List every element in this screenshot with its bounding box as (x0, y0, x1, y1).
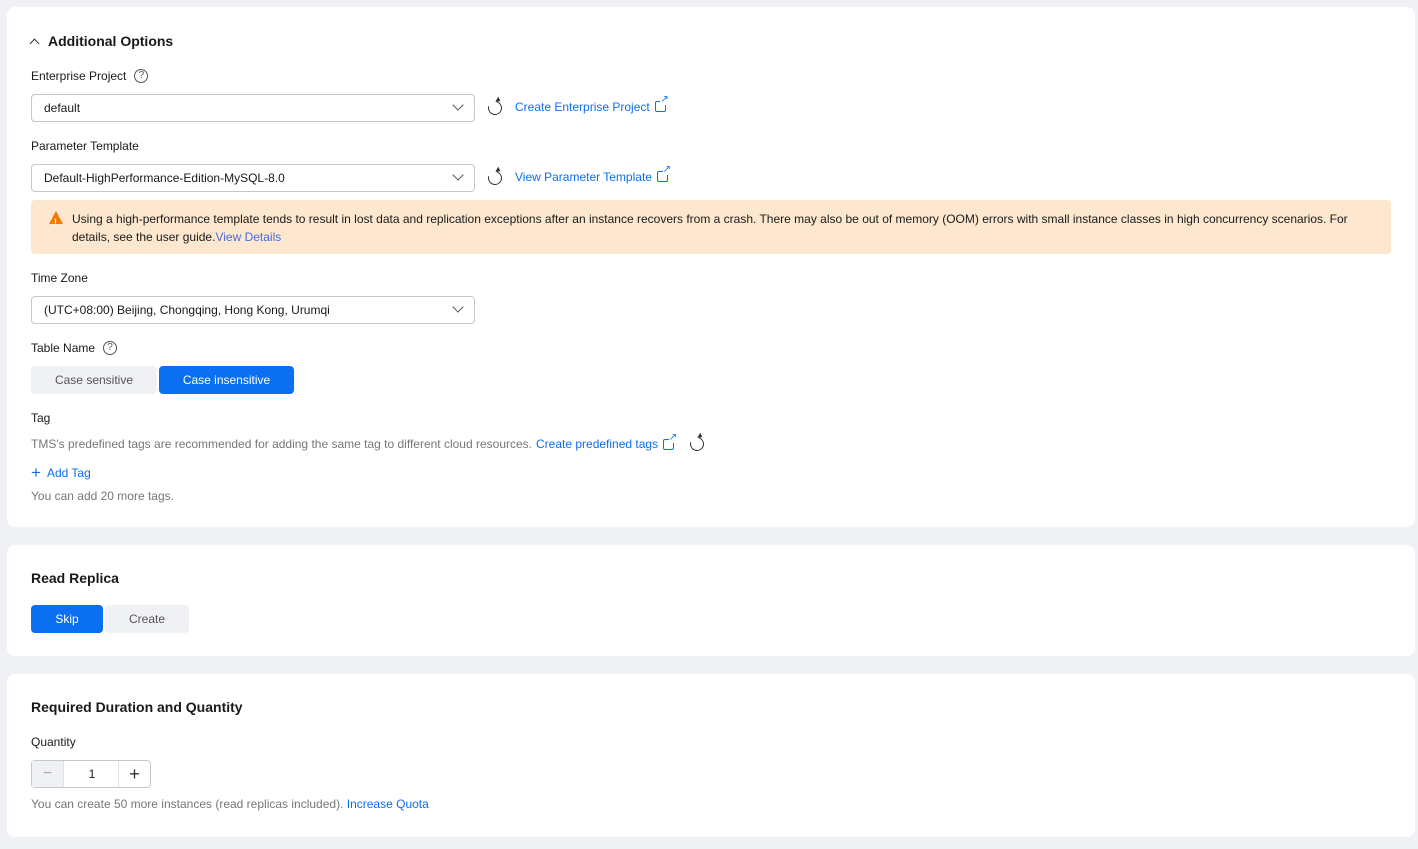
table-name-label: Table Name (31, 341, 96, 355)
view-parameter-template-text: View Parameter Template (515, 170, 652, 184)
external-link-icon (654, 95, 669, 112)
duration-quantity-card: Required Duration and Quantity Quantity … (7, 674, 1415, 837)
tag-label: Tag (31, 411, 51, 425)
warning-icon: ! (49, 211, 63, 227)
refresh-icon[interactable] (485, 168, 505, 188)
additional-options-toggle[interactable]: Additional Options (29, 33, 174, 49)
additional-options-card: Additional Options Enterprise Project ? … (7, 7, 1415, 527)
skip-option[interactable]: Skip (31, 605, 103, 633)
plus-icon: + (31, 463, 41, 482)
create-predefined-tags-link[interactable]: Create predefined tags (536, 437, 658, 451)
create-option[interactable]: Create (105, 605, 189, 633)
parameter-template-select[interactable]: Default-HighPerformance-Edition-MySQL-8.… (31, 164, 475, 192)
enterprise-project-select[interactable]: default (31, 94, 475, 122)
increase-quota-link[interactable]: Increase Quota (347, 797, 429, 811)
refresh-icon[interactable] (687, 434, 707, 454)
tag-hint-row: TMS's predefined tags are recommended fo… (31, 432, 707, 454)
quota-row: You can create 50 more instances (read r… (31, 797, 429, 811)
enterprise-project-value: default (44, 101, 81, 115)
view-details-link[interactable]: View Details (215, 230, 281, 244)
tag-hint: TMS's predefined tags are recommended fo… (31, 437, 533, 451)
quota-text: You can create 50 more instances (read r… (31, 797, 344, 811)
chevron-down-icon (452, 99, 464, 111)
parameter-template-value: Default-HighPerformance-Edition-MySQL-8.… (44, 171, 285, 185)
enterprise-project-label-row: Enterprise Project ? (31, 69, 149, 83)
add-tag-label: Add Tag (46, 466, 91, 480)
time-zone-label-row: Time Zone (31, 271, 88, 285)
case-insensitive-option[interactable]: Case insensitive (159, 366, 294, 394)
increment-button[interactable]: + (118, 761, 150, 787)
chevron-up-icon (29, 38, 40, 48)
parameter-template-label-row: Parameter Template (31, 139, 139, 153)
read-replica-card: Read Replica Skip Create (7, 545, 1415, 656)
quantity-label: Quantity (31, 735, 76, 749)
decrement-button[interactable]: − (32, 761, 64, 787)
tag-remaining-text: You can add 20 more tags. (31, 489, 174, 503)
add-tag-button[interactable]: + Add Tag (31, 463, 91, 482)
quantity-input[interactable]: 1 (64, 761, 120, 787)
case-sensitive-option[interactable]: Case sensitive (31, 366, 157, 394)
quantity-stepper: − 1 + (31, 760, 151, 788)
time-zone-value: (UTC+08:00) Beijing, Chongqing, Hong Kon… (44, 303, 330, 317)
section-title: Required Duration and Quantity (31, 699, 243, 715)
time-zone-select[interactable]: (UTC+08:00) Beijing, Chongqing, Hong Kon… (31, 296, 475, 324)
warning-banner: ! Using a high-performance template tend… (31, 200, 1391, 254)
external-link-icon (656, 165, 671, 182)
create-enterprise-project-text: Create Enterprise Project (515, 100, 650, 114)
section-title: Read Replica (31, 570, 119, 586)
section-title: Additional Options (48, 33, 174, 49)
parameter-template-label: Parameter Template (31, 139, 139, 153)
refresh-icon[interactable] (485, 98, 505, 118)
view-parameter-template-link[interactable]: View Parameter Template (515, 165, 671, 184)
time-zone-label: Time Zone (31, 271, 88, 285)
chevron-down-icon (452, 169, 464, 181)
tag-label-row: Tag (31, 411, 50, 425)
help-icon[interactable]: ? (103, 341, 118, 355)
table-name-label-row: Table Name ? (31, 341, 118, 355)
external-link-icon (663, 432, 678, 450)
enterprise-project-label: Enterprise Project (31, 69, 127, 83)
chevron-down-icon (452, 301, 464, 313)
create-enterprise-project-link[interactable]: Create Enterprise Project (515, 95, 669, 114)
help-icon[interactable]: ? (134, 69, 149, 83)
